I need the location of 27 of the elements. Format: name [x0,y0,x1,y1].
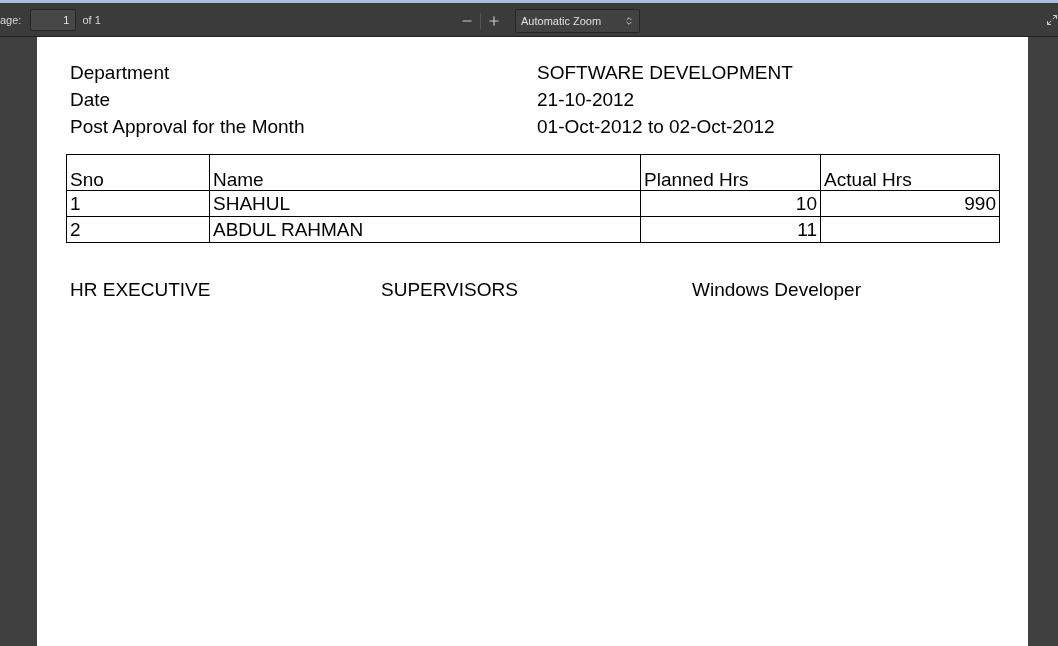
signature-title: Windows Developer [692,279,862,301]
zoom-value: Automatic Zoom [521,15,602,27]
table-cell: 11 [640,216,821,243]
signature-title: HR EXECUTIVE [70,279,212,301]
page-count: of 1 [82,13,101,26]
column-header: Name [209,154,641,191]
info-value: 01-Oct-2012 to 02-Oct-2012 [537,115,776,139]
table-cell: 990 [820,190,1000,217]
table-cell: SHAHUL [209,190,641,217]
signature-title: SUPERVISORS [381,279,519,301]
caret-icon [624,16,634,26]
page-label: age: [0,13,22,26]
info-label: Department [70,61,171,85]
table-cell: ABDUL RAHMAN [209,216,641,243]
column-header: Actual Hrs [820,154,1000,191]
info-value: SOFTWARE DEVELOPMENT [537,61,794,85]
zoom-select[interactable]: Automatic Zoom [515,9,640,33]
column-header: Sno [66,154,210,191]
info-label: Date [70,88,112,112]
table-cell: 1 [66,190,210,217]
table-cell: 2 [66,216,210,243]
page-number-field[interactable]: 1 [30,8,77,31]
fullscreen-icon[interactable] [1046,14,1058,26]
table-cell: 10 [640,190,821,217]
info-value: 21-10-2012 [537,88,636,112]
column-header: Planned Hrs [640,154,821,191]
info-label: Post Approval for the Month [70,115,306,139]
